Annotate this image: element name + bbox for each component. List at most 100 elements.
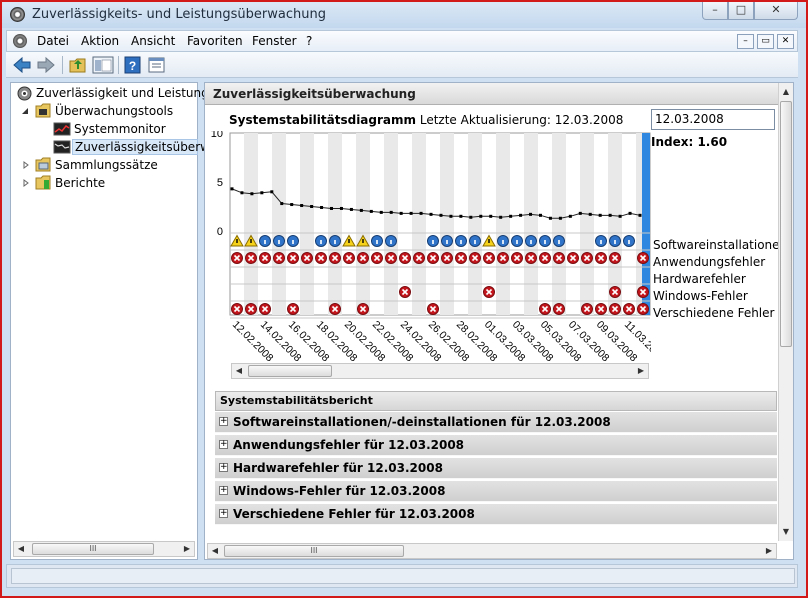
warning-icon-mark <box>236 239 238 243</box>
expand-plus-icon[interactable]: + <box>219 463 228 472</box>
pane-horizontal-scrollbar[interactable]: ◀ III ▶ <box>207 543 777 559</box>
chart-scroll-thumb[interactable] <box>248 365 332 377</box>
close-button[interactable]: ✕ <box>754 2 798 20</box>
window-title: Zuverlässigkeits- und Leistungsüberwachu… <box>32 7 326 22</box>
collector-sets-icon <box>35 157 51 172</box>
back-icon[interactable] <box>12 56 32 74</box>
chart-horizontal-scrollbar[interactable]: ◀ ▶ <box>231 363 649 379</box>
pane-header: Zuverlässigkeitsüberwachung <box>205 83 779 105</box>
tree-item-reports[interactable]: Berichte <box>55 176 105 192</box>
pane-scroll-left-arrow[interactable]: ◀ <box>208 544 222 558</box>
chart-scroll-left-arrow[interactable]: ◀ <box>232 364 246 378</box>
stability-index-point <box>240 191 244 195</box>
menu-datei[interactable]: Datei <box>37 34 69 48</box>
performance-monitor-icon <box>53 122 71 136</box>
warning-icon-mark <box>362 239 364 243</box>
minimize-button[interactable]: – <box>702 2 728 20</box>
warning-icon-mark <box>250 239 252 243</box>
toolbar-separator <box>118 56 119 74</box>
expand-plus-icon[interactable]: + <box>219 486 228 495</box>
menu-favoriten[interactable]: Favoriten <box>187 34 243 48</box>
tree-item-root[interactable]: Zuverlässigkeit und Leistung <box>36 86 209 102</box>
stability-index-point <box>419 211 423 215</box>
stability-index-point <box>469 215 473 219</box>
tree-item-system-monitor[interactable]: Systemmonitor <box>74 122 166 138</box>
chart-column-band <box>440 133 454 315</box>
chart-column-band <box>524 133 538 315</box>
stability-index-point <box>558 216 562 220</box>
report-row-hardware[interactable]: + Hardwarefehler für 12.03.2008 <box>215 458 777 479</box>
row-label-hardware: Hardwarefehler <box>653 272 746 286</box>
tree-item-collector-sets[interactable]: Sammlungssätze <box>55 158 158 174</box>
stability-index-point <box>638 213 642 217</box>
collapse-triangle-icon[interactable] <box>21 107 29 115</box>
expand-plus-icon[interactable]: + <box>219 440 228 449</box>
expand-triangle-icon[interactable] <box>22 179 30 187</box>
scroll-down-arrow[interactable]: ▼ <box>779 525 793 539</box>
expand-plus-icon[interactable]: + <box>219 509 228 518</box>
properties-icon[interactable] <box>148 56 166 74</box>
chart-title: Systemstabilitätsdiagramm <box>229 113 417 127</box>
report-row-misc[interactable]: + Verschiedene Fehler für 12.03.2008 <box>215 504 777 525</box>
reliability-root-icon <box>17 86 32 101</box>
row-label-software: Softwareinstallationen/ <box>653 238 792 252</box>
chart-column-band <box>580 133 594 315</box>
chart-column-band <box>496 133 510 315</box>
mdi-close-button[interactable]: ✕ <box>777 34 794 49</box>
stability-index-point <box>339 206 343 210</box>
pane-scroll-thumb[interactable]: III <box>224 545 404 557</box>
expand-plus-icon[interactable]: + <box>219 417 228 426</box>
pane-scroll-right-arrow[interactable]: ▶ <box>762 544 776 558</box>
forward-icon[interactable] <box>36 56 56 74</box>
stability-index-point <box>618 214 622 218</box>
stability-index-point <box>260 191 264 195</box>
date-selector[interactable]: 12.03.2008 <box>651 109 775 130</box>
menu-help[interactable]: ? <box>306 34 312 48</box>
scroll-left-arrow[interactable]: ◀ <box>14 542 28 556</box>
menu-aktion[interactable]: Aktion <box>81 34 119 48</box>
app-icon <box>10 7 25 22</box>
info-icon-mark <box>446 240 448 244</box>
scroll-up-arrow[interactable]: ▲ <box>779 85 793 99</box>
tree-horizontal-scrollbar[interactable]: ◀ III ▶ <box>13 541 195 557</box>
toolbar: ? <box>6 52 798 78</box>
expand-triangle-icon[interactable] <box>22 161 30 169</box>
reports-icon <box>35 175 51 190</box>
y-tick-label: 0 <box>217 226 223 238</box>
show-hide-tree-icon[interactable] <box>92 56 114 74</box>
chart-scroll-right-arrow[interactable]: ▶ <box>634 364 648 378</box>
maximize-button[interactable]: □ <box>728 2 754 20</box>
scroll-right-arrow[interactable]: ▶ <box>180 542 194 556</box>
reliability-monitor-pane: Zuverlässigkeitsüberwachung Systemstabil… <box>204 82 794 560</box>
stability-index-point <box>399 211 403 215</box>
stability-index: Index: 1.60 <box>651 135 728 149</box>
stability-index-point <box>389 210 393 214</box>
report-row-application[interactable]: + Anwendungsfehler für 12.03.2008 <box>215 435 777 456</box>
stability-index-point <box>349 207 353 211</box>
tree-item-monitoring-tools[interactable]: Überwachungstools <box>55 104 173 120</box>
info-icon-mark <box>390 240 392 244</box>
pane-vertical-scrollbar[interactable]: ▲ ▼ <box>778 83 793 541</box>
scroll-thumb[interactable]: III <box>32 543 154 555</box>
stability-index-point <box>379 210 383 214</box>
help-icon[interactable]: ? <box>124 56 142 74</box>
mdi-restore-button[interactable]: ▭ <box>757 34 774 49</box>
stability-index-point <box>608 213 612 217</box>
stability-index-point <box>479 214 483 218</box>
report-row-software[interactable]: + Softwareinstallationen/-deinstallatione… <box>215 412 777 433</box>
report-row-windows[interactable]: + Windows-Fehler für 12.03.2008 <box>215 481 777 502</box>
menu-fenster[interactable]: Fenster <box>252 34 297 48</box>
mdi-minimize-button[interactable]: – <box>737 34 754 49</box>
info-icon-mark <box>474 240 476 244</box>
title-bar: Zuverlässigkeits- und Leistungsüberwachu… <box>2 2 806 28</box>
stability-index-point <box>429 212 433 216</box>
vertical-scroll-thumb[interactable] <box>780 101 792 347</box>
stability-index-point <box>568 214 572 218</box>
folder-up-icon[interactable] <box>68 56 88 74</box>
stability-index-point <box>369 209 373 213</box>
mmc-menu-icon[interactable] <box>13 34 27 48</box>
menu-ansicht[interactable]: Ansicht <box>131 34 175 48</box>
tree-item-reliability-monitor[interactable]: Zuverlässigkeitsüberwa <box>72 139 217 155</box>
info-icon-mark <box>600 240 602 244</box>
stability-index-point <box>548 216 552 220</box>
